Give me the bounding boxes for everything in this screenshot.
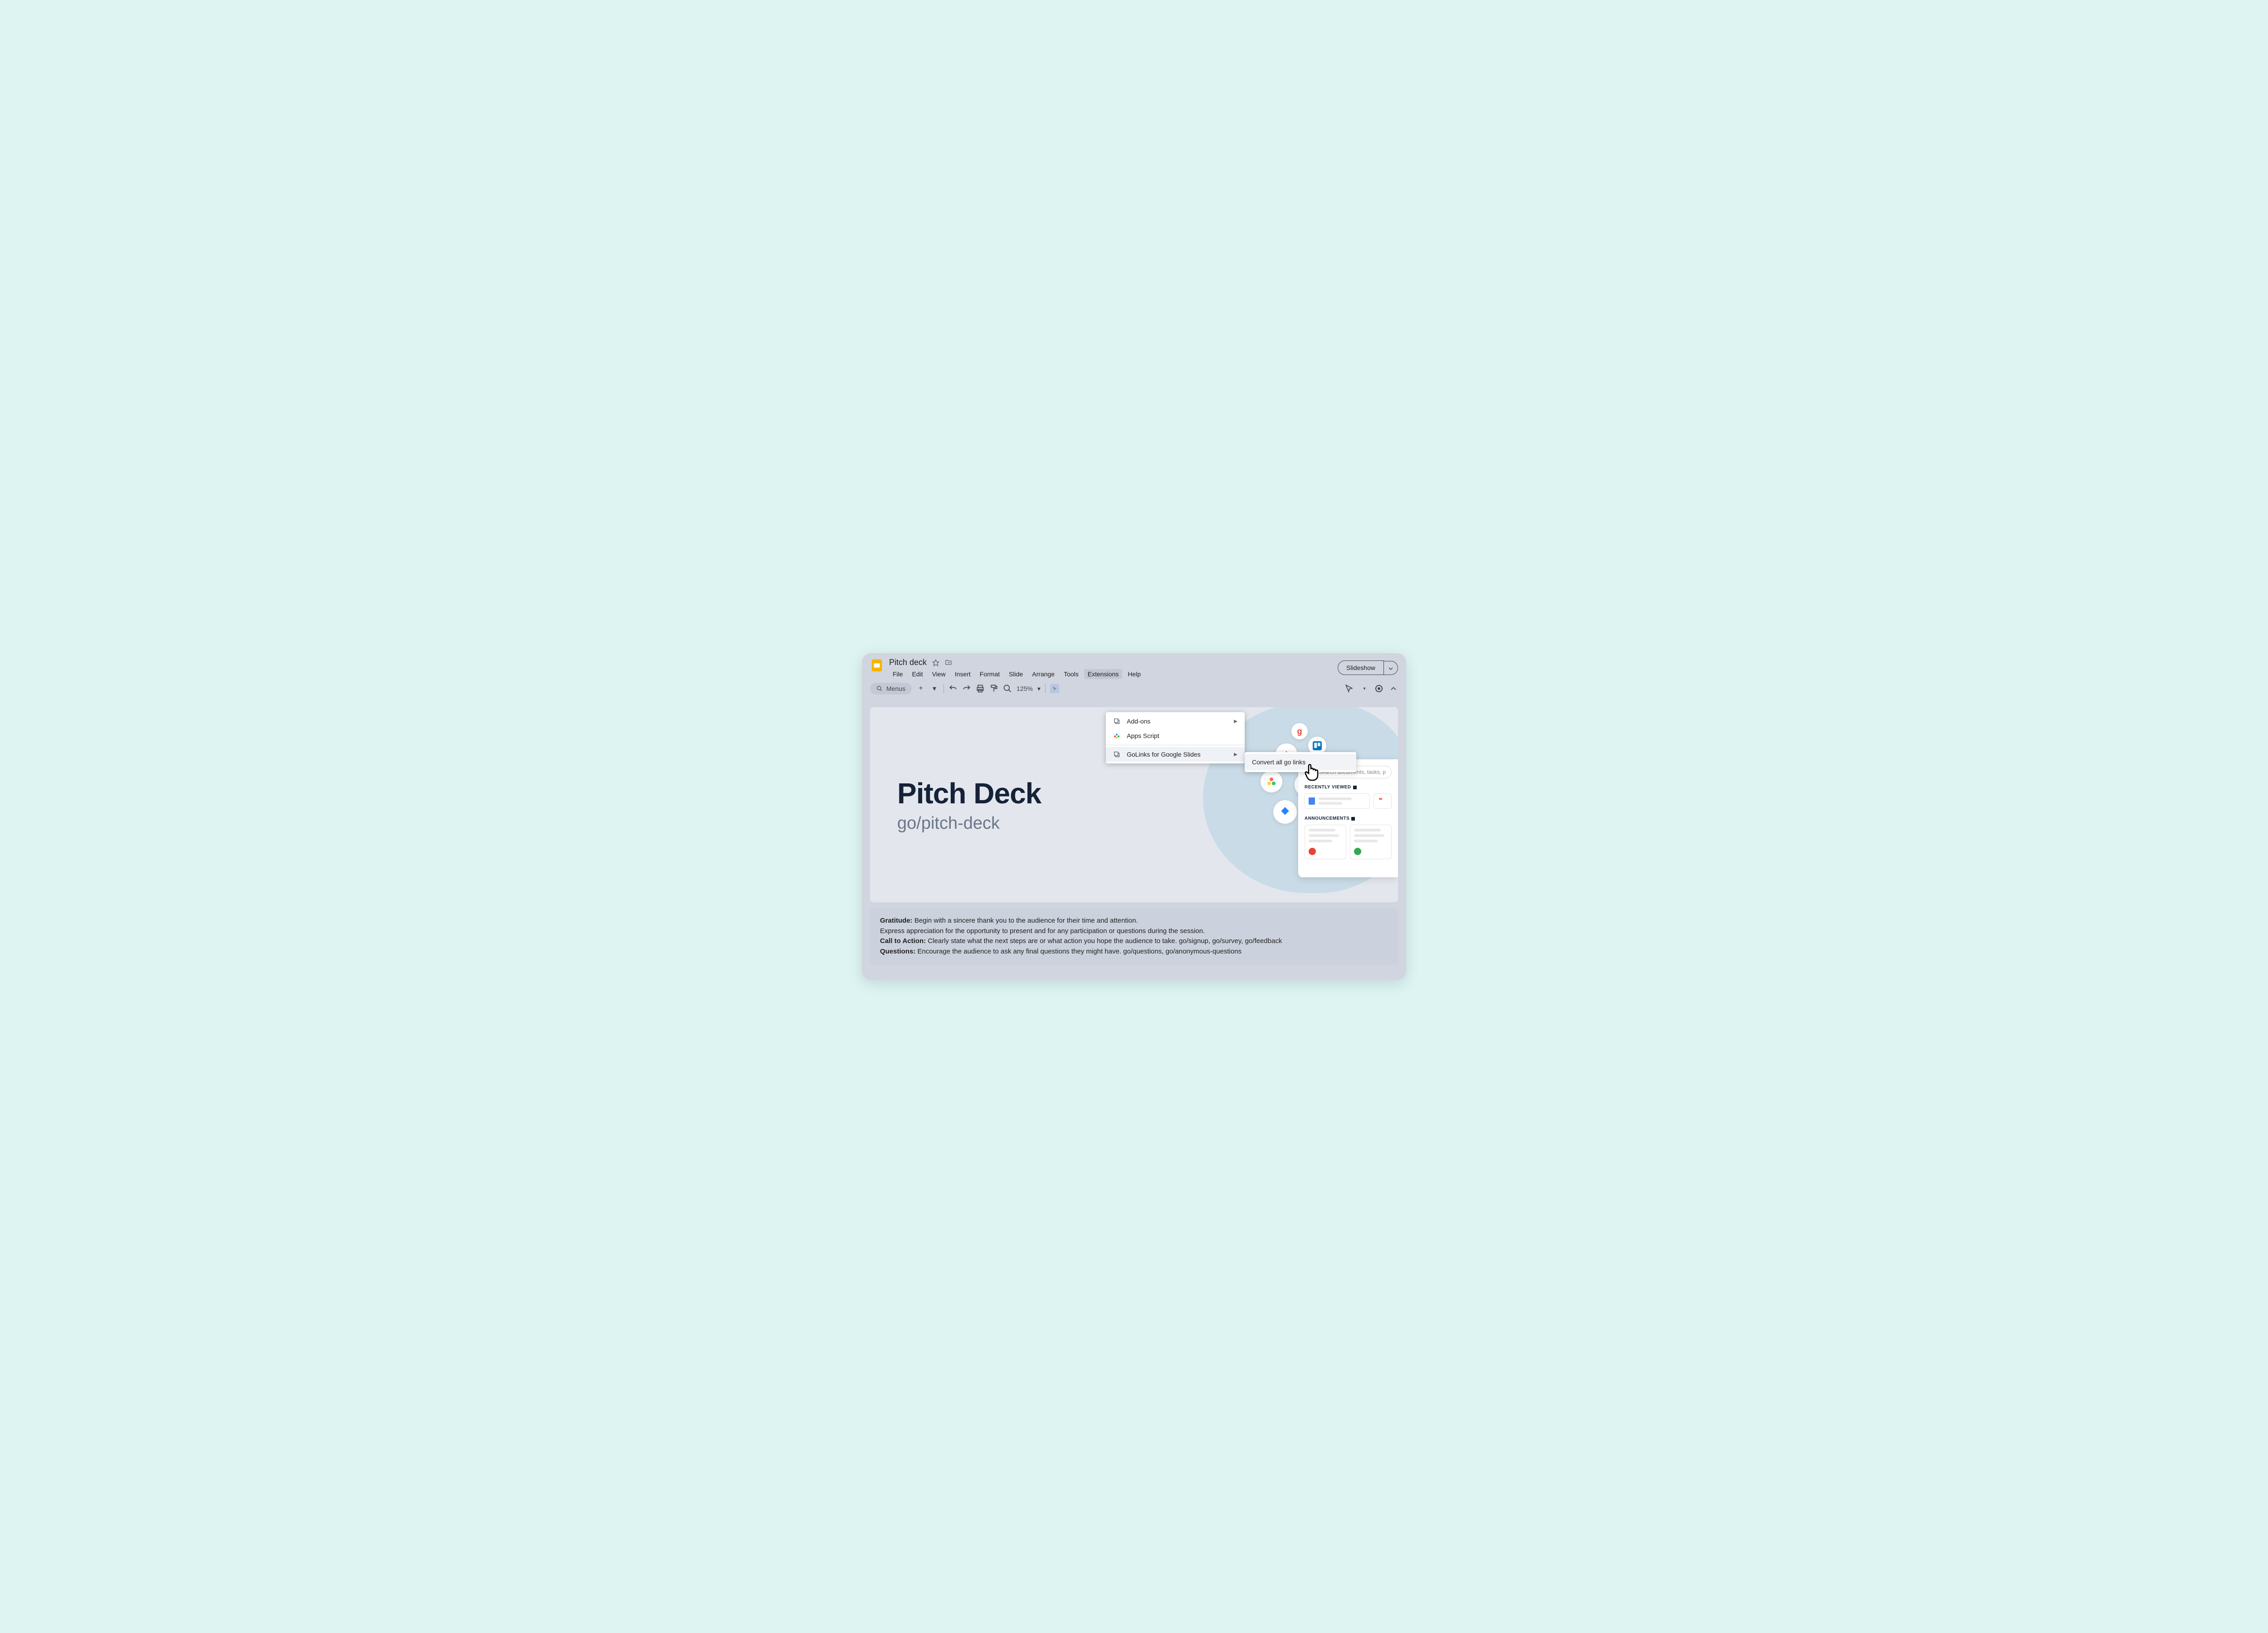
notes-questions-text: Encourage the audience to ask any final … bbox=[915, 948, 1242, 955]
star-icon[interactable] bbox=[932, 659, 939, 666]
divider bbox=[1045, 684, 1046, 693]
document-title[interactable]: Pitch deck bbox=[889, 658, 927, 667]
slideshow-button[interactable]: Slideshow bbox=[1338, 660, 1384, 675]
notes-gratitude-label: Gratitude: bbox=[880, 917, 913, 924]
new-slide-icon[interactable]: + bbox=[916, 684, 925, 693]
slides-logo-icon bbox=[870, 659, 884, 672]
dropdown-item-addons[interactable]: Add-ons ▶ bbox=[1106, 714, 1245, 728]
app-icon-asana bbox=[1261, 771, 1282, 792]
chevron-right-icon: ▶ bbox=[1234, 752, 1237, 757]
record-icon[interactable] bbox=[1375, 685, 1383, 692]
golinks-submenu: Convert all go links bbox=[1245, 752, 1356, 772]
slides-window: Pitch deck File Edit View Insert Format … bbox=[862, 653, 1406, 980]
menu-file[interactable]: File bbox=[889, 669, 907, 679]
app-icon-jira bbox=[1273, 800, 1297, 824]
pointer-tool-icon[interactable] bbox=[1050, 684, 1059, 693]
dashboard-announcements-label: ANNOUNCEMENTS bbox=[1305, 816, 1392, 821]
menu-help[interactable]: Help bbox=[1124, 669, 1144, 679]
slide-subtitle: go/pitch-deck bbox=[897, 814, 1041, 833]
undo-icon[interactable] bbox=[948, 684, 958, 693]
print-icon[interactable] bbox=[976, 684, 985, 693]
dashboard-mockup: Search documents, tasks, people RECENTLY… bbox=[1298, 759, 1398, 877]
search-icon bbox=[876, 685, 883, 692]
menu-view[interactable]: View bbox=[929, 669, 949, 679]
avatar-icon bbox=[1309, 848, 1316, 855]
menubar: File Edit View Insert Format Slide Arran… bbox=[889, 669, 1332, 679]
divider bbox=[943, 684, 944, 693]
menu-format[interactable]: Format bbox=[976, 669, 1003, 679]
submenu-item-convert[interactable]: Convert all go links bbox=[1245, 754, 1356, 770]
dashboard-card bbox=[1305, 793, 1370, 809]
dashboard-card bbox=[1305, 825, 1346, 859]
addon-icon bbox=[1113, 718, 1120, 725]
dropdown-item-apps-script[interactable]: Apps Script bbox=[1106, 728, 1245, 743]
dashboard-card bbox=[1374, 793, 1392, 809]
cursor-mode-icon[interactable] bbox=[1344, 684, 1354, 693]
menu-edit[interactable]: Edit bbox=[909, 669, 927, 679]
redo-icon[interactable] bbox=[962, 684, 971, 693]
apps-script-icon bbox=[1113, 732, 1120, 739]
slideshow-dropdown[interactable] bbox=[1384, 661, 1398, 675]
paint-format-icon[interactable] bbox=[989, 684, 998, 693]
dropdown-caret-icon[interactable]: ▾ bbox=[1360, 684, 1369, 693]
dashboard-card bbox=[1350, 825, 1392, 859]
notes-questions-label: Questions: bbox=[880, 948, 915, 955]
zoom-level[interactable]: 125%▾ bbox=[1017, 685, 1041, 693]
dropdown-caret-icon[interactable]: ▾ bbox=[930, 684, 939, 693]
menu-arrange[interactable]: Arrange bbox=[1028, 669, 1058, 679]
menu-tools[interactable]: Tools bbox=[1060, 669, 1082, 679]
chevron-right-icon: ▶ bbox=[1234, 719, 1237, 724]
zoom-icon[interactable] bbox=[1003, 684, 1012, 693]
menu-slide[interactable]: Slide bbox=[1005, 669, 1026, 679]
menus-search[interactable]: Menus bbox=[870, 683, 912, 694]
app-icon-g: g bbox=[1291, 723, 1308, 739]
figma-icon bbox=[1378, 797, 1384, 804]
doc-icon bbox=[1309, 797, 1315, 805]
dropdown-item-golinks[interactable]: GoLinks for Google Slides ▶ bbox=[1106, 747, 1245, 762]
notes-cta-label: Call to Action: bbox=[880, 937, 926, 945]
slide-text: Pitch Deck go/pitch-deck bbox=[897, 777, 1041, 833]
menu-insert[interactable]: Insert bbox=[951, 669, 974, 679]
dashboard-recently-viewed-label: RECENTLY VIEWED bbox=[1305, 785, 1392, 790]
collapse-icon[interactable] bbox=[1389, 684, 1398, 693]
speaker-notes[interactable]: Gratitude: Begin with a sincere thank yo… bbox=[870, 908, 1398, 965]
menus-label: Menus bbox=[886, 685, 905, 692]
notes-gratitude-line2: Express appreciation for the opportunity… bbox=[880, 926, 1388, 937]
titlebar: Pitch deck File Edit View Insert Format … bbox=[862, 653, 1406, 679]
avatar-icon bbox=[1354, 848, 1361, 855]
golinks-icon bbox=[1113, 751, 1120, 758]
move-folder-icon[interactable] bbox=[945, 659, 952, 666]
toolbar: Menus + ▾ 125%▾ ▾ bbox=[862, 679, 1406, 698]
menu-extensions[interactable]: Extensions bbox=[1084, 669, 1122, 679]
extensions-dropdown: Add-ons ▶ Apps Script GoLinks for Google… bbox=[1106, 712, 1245, 763]
slide-title: Pitch Deck bbox=[897, 777, 1041, 810]
notes-cta-text: Clearly state what the next steps are or… bbox=[926, 937, 1282, 945]
notes-gratitude-text: Begin with a sincere thank you to the au… bbox=[913, 917, 1138, 924]
